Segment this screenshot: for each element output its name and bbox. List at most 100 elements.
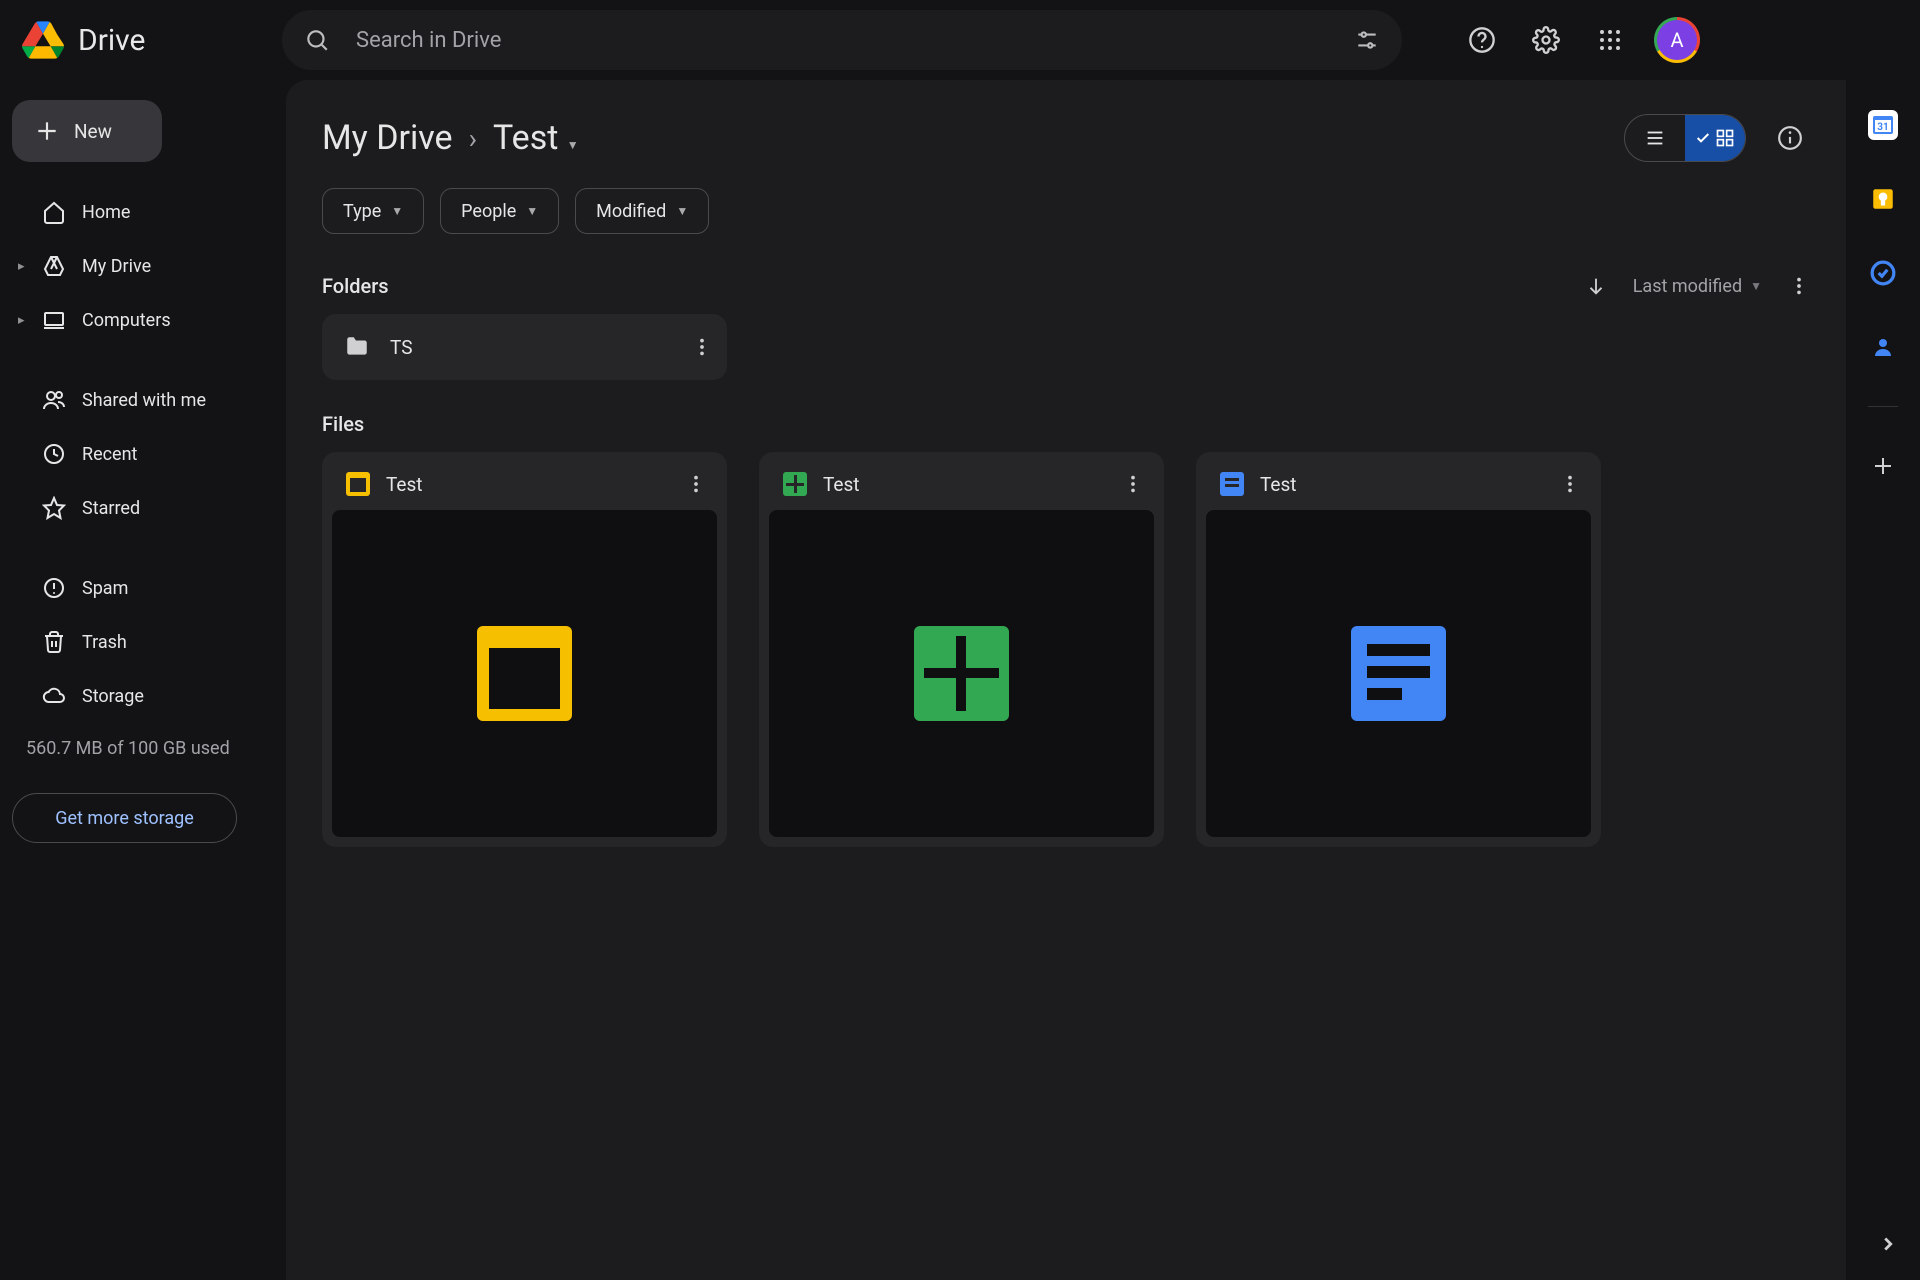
search-icon bbox=[304, 27, 330, 53]
get-more-storage-label: Get more storage bbox=[55, 808, 194, 829]
sidebar-item-storage[interactable]: Storage bbox=[12, 672, 268, 720]
dropdown-icon: ▼ bbox=[1750, 279, 1762, 293]
mydrive-icon bbox=[42, 254, 66, 278]
files-section-title: Files bbox=[322, 412, 364, 436]
file-more-icon[interactable] bbox=[1559, 473, 1581, 495]
sidebar-item-label: Computers bbox=[82, 310, 171, 331]
details-button[interactable] bbox=[1770, 118, 1810, 158]
docs-thumb-icon bbox=[1351, 626, 1446, 721]
side-panel-divider bbox=[1868, 406, 1898, 407]
sidebar-item-mydrive[interactable]: ▸ My Drive bbox=[12, 242, 268, 290]
folder-more-icon[interactable] bbox=[691, 336, 713, 358]
sidebar-item-starred[interactable]: Starred bbox=[12, 484, 268, 532]
chevron-right-icon: › bbox=[469, 122, 477, 155]
file-name: Test bbox=[386, 473, 423, 496]
hide-side-panel-button[interactable] bbox=[1868, 1224, 1908, 1264]
gear-icon bbox=[1532, 26, 1560, 54]
calendar-app-icon[interactable]: 31 bbox=[1868, 110, 1898, 140]
search-input[interactable] bbox=[354, 27, 1330, 54]
sort-direction-icon[interactable] bbox=[1585, 275, 1607, 297]
recent-icon bbox=[42, 442, 66, 466]
files-grid: Test Test bbox=[322, 452, 1810, 847]
sidebar-item-label: Trash bbox=[82, 632, 127, 653]
sheets-thumb-icon bbox=[914, 626, 1009, 721]
info-icon bbox=[1777, 125, 1803, 151]
folders-grid: TS bbox=[322, 314, 1810, 380]
breadcrumb-root[interactable]: My Drive bbox=[322, 118, 453, 158]
sidebar-item-home[interactable]: Home bbox=[12, 188, 268, 236]
sheets-icon bbox=[783, 472, 807, 496]
file-preview bbox=[769, 510, 1154, 837]
plus-icon bbox=[34, 118, 60, 144]
file-more-icon[interactable] bbox=[1122, 473, 1144, 495]
keep-app-icon[interactable] bbox=[1868, 184, 1898, 214]
list-view-button[interactable] bbox=[1625, 115, 1685, 161]
new-button[interactable]: New bbox=[12, 100, 162, 162]
top-bar: Drive A bbox=[0, 0, 1920, 80]
file-item-docs[interactable]: Test bbox=[1196, 452, 1601, 847]
filter-chips: Type▼ People▼ Modified▼ bbox=[322, 188, 1810, 234]
sidebar-item-shared[interactable]: Shared with me bbox=[12, 376, 268, 424]
dropdown-icon: ▼ bbox=[567, 138, 579, 152]
dropdown-icon: ▼ bbox=[391, 204, 403, 218]
more-options-icon[interactable] bbox=[1788, 275, 1810, 297]
contacts-app-icon[interactable] bbox=[1868, 332, 1898, 362]
sort-label: Last modified bbox=[1633, 276, 1742, 297]
shared-icon bbox=[42, 388, 66, 412]
apps-grid-icon bbox=[1598, 28, 1622, 52]
help-icon bbox=[1468, 26, 1496, 54]
file-item-sheets[interactable]: Test bbox=[759, 452, 1164, 847]
sidebar-item-label: Starred bbox=[82, 498, 140, 519]
chevron-right-icon bbox=[1877, 1233, 1899, 1255]
storage-usage-text: 560.7 MB of 100 GB used bbox=[12, 726, 268, 771]
search-bar[interactable] bbox=[282, 10, 1402, 70]
filter-modified[interactable]: Modified▼ bbox=[575, 188, 709, 234]
breadcrumb: My Drive › Test ▼ bbox=[322, 118, 579, 158]
sidebar-item-recent[interactable]: Recent bbox=[12, 430, 268, 478]
search-options-icon[interactable] bbox=[1354, 27, 1380, 53]
breadcrumb-current-label: Test bbox=[493, 118, 558, 158]
folder-icon bbox=[344, 334, 370, 360]
view-toggle bbox=[1624, 114, 1746, 162]
file-item-slides[interactable]: Test bbox=[322, 452, 727, 847]
new-button-label: New bbox=[74, 120, 112, 143]
add-addon-button[interactable] bbox=[1868, 451, 1898, 481]
sidebar-item-label: Home bbox=[82, 202, 130, 223]
folder-name: TS bbox=[390, 336, 412, 359]
breadcrumb-current[interactable]: Test ▼ bbox=[493, 118, 579, 158]
docs-icon bbox=[1220, 472, 1244, 496]
settings-button[interactable] bbox=[1526, 20, 1566, 60]
avatar-letter: A bbox=[1657, 20, 1697, 60]
expand-icon[interactable]: ▸ bbox=[18, 313, 25, 328]
folders-section-title: Folders bbox=[322, 274, 389, 298]
app-logo[interactable]: Drive bbox=[22, 19, 282, 61]
sidebar-item-label: Storage bbox=[82, 686, 144, 707]
side-panel: 31 bbox=[1846, 80, 1920, 1280]
tasks-app-icon[interactable] bbox=[1868, 258, 1898, 288]
get-more-storage-button[interactable]: Get more storage bbox=[12, 793, 237, 843]
filter-type[interactable]: Type▼ bbox=[322, 188, 424, 234]
app-title: Drive bbox=[78, 23, 145, 58]
folder-item[interactable]: TS bbox=[322, 314, 727, 380]
sidebar-item-computers[interactable]: ▸ Computers bbox=[12, 296, 268, 344]
file-name: Test bbox=[1260, 473, 1297, 496]
apps-button[interactable] bbox=[1590, 20, 1630, 60]
sort-controls: Last modified ▼ bbox=[1585, 275, 1810, 297]
grid-view-button[interactable] bbox=[1685, 115, 1745, 161]
sidebar-item-trash[interactable]: Trash bbox=[12, 618, 268, 666]
sidebar-item-label: Recent bbox=[82, 444, 137, 465]
dropdown-icon: ▼ bbox=[526, 204, 538, 218]
sort-dropdown[interactable]: Last modified ▼ bbox=[1633, 276, 1762, 297]
header-actions: A bbox=[1462, 17, 1700, 63]
dropdown-icon: ▼ bbox=[676, 204, 688, 218]
expand-icon[interactable]: ▸ bbox=[18, 259, 25, 274]
file-name: Test bbox=[823, 473, 860, 496]
account-avatar[interactable]: A bbox=[1654, 17, 1700, 63]
sidebar-item-spam[interactable]: Spam bbox=[12, 564, 268, 612]
file-preview bbox=[332, 510, 717, 837]
list-icon bbox=[1644, 127, 1666, 149]
home-icon bbox=[42, 200, 66, 224]
help-button[interactable] bbox=[1462, 20, 1502, 60]
filter-people[interactable]: People▼ bbox=[440, 188, 559, 234]
file-more-icon[interactable] bbox=[685, 473, 707, 495]
